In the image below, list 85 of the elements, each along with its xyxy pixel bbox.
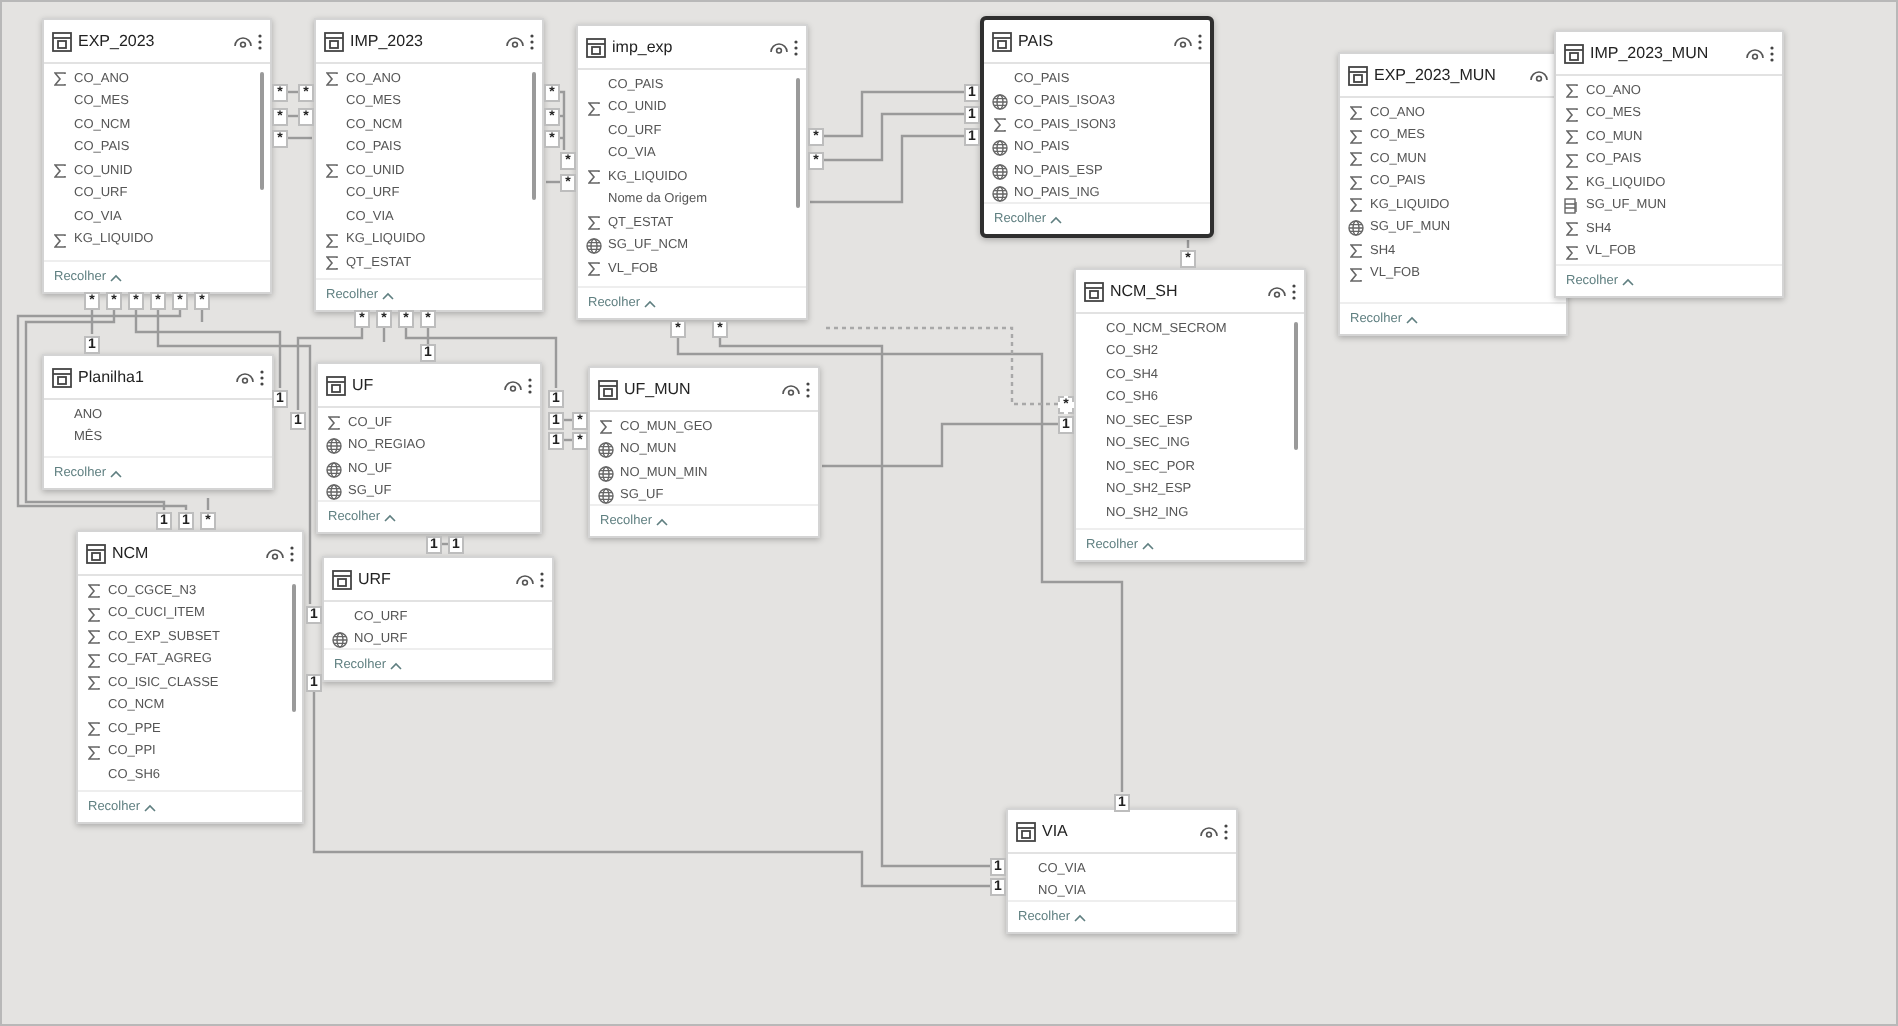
visibility-icon[interactable]	[1200, 825, 1218, 837]
caret-icon	[390, 661, 403, 669]
table-icon	[1016, 821, 1036, 841]
sigma-icon	[600, 420, 612, 435]
table-icon	[598, 379, 618, 399]
globe-icon	[992, 94, 1008, 111]
caret-icon	[110, 469, 123, 477]
table-icon	[1564, 43, 1584, 63]
scrollbar[interactable]	[292, 584, 296, 713]
scrollbar[interactable]	[532, 72, 536, 201]
caret-icon	[110, 273, 123, 281]
globe-icon	[992, 140, 1008, 157]
relationship-line[interactable]	[24, 310, 166, 510]
sigma-icon	[54, 233, 66, 248]
caret-icon	[384, 513, 397, 521]
table-name: Planilha1	[78, 365, 146, 389]
table-name: EXP_2023	[78, 29, 157, 53]
visibility-icon[interactable]	[506, 35, 524, 47]
relationship-line[interactable]	[16, 310, 188, 511]
table-icon	[326, 375, 346, 395]
globe-icon	[586, 238, 602, 255]
table-name: IMP_2023_MUN	[1590, 41, 1711, 65]
caret-icon	[144, 803, 157, 811]
scrollbar[interactable]	[260, 72, 264, 190]
table-icon	[324, 31, 344, 51]
globe-icon	[598, 442, 614, 459]
globe-icon	[332, 632, 348, 648]
caret-icon	[1622, 277, 1635, 285]
table-name: IMP_2023	[350, 29, 425, 53]
globe-icon	[598, 465, 614, 482]
globe-icon	[1348, 220, 1364, 237]
caret-icon	[644, 299, 657, 307]
sigma-icon	[326, 164, 338, 179]
table-name: EXP_2023_MUN	[1374, 63, 1498, 87]
table-name: imp_exp	[612, 35, 675, 59]
table-icon	[586, 37, 606, 57]
table-icon	[992, 31, 1012, 51]
visibility-icon[interactable]	[236, 371, 254, 383]
visibility-icon[interactable]	[1530, 69, 1548, 81]
sigma-icon	[588, 101, 600, 116]
table-name: URF	[358, 567, 393, 591]
visibility-icon[interactable]	[1268, 285, 1286, 297]
sigma-icon	[588, 170, 600, 185]
sigma-icon	[588, 262, 600, 277]
scrollbar[interactable]	[1294, 322, 1298, 451]
globe-icon	[326, 438, 342, 455]
table-name: PAIS	[1018, 29, 1056, 53]
table-icon	[52, 367, 72, 387]
visibility-icon[interactable]	[516, 573, 534, 585]
sigma-icon	[994, 118, 1006, 133]
caret-icon	[656, 517, 669, 525]
visibility-icon[interactable]	[234, 35, 252, 47]
calculated-column-icon	[1564, 198, 1580, 215]
sigma-icon	[54, 72, 66, 87]
globe-icon	[992, 163, 1008, 180]
table-name: VIA	[1042, 819, 1070, 843]
sigma-icon	[326, 72, 338, 87]
table-name: UF	[352, 373, 376, 397]
table-icon	[332, 569, 352, 589]
sigma-icon	[588, 216, 600, 231]
globe-icon	[326, 484, 342, 500]
sigma-icon	[54, 164, 66, 179]
globe-icon	[992, 186, 1008, 202]
globe-icon	[326, 461, 342, 478]
caret-icon	[1142, 541, 1155, 549]
caret-icon	[1406, 315, 1419, 323]
table-name: UF_MUN	[624, 377, 693, 401]
visibility-icon[interactable]	[770, 41, 788, 53]
table-icon	[1348, 65, 1368, 85]
globe-icon	[598, 488, 614, 504]
table-name: NCM	[112, 541, 151, 565]
caret-icon	[1074, 913, 1087, 921]
table-icon	[86, 543, 106, 563]
caret-icon	[382, 291, 395, 299]
table-icon	[1084, 281, 1104, 301]
table-icon	[52, 31, 72, 51]
visibility-icon[interactable]	[1746, 47, 1764, 59]
visibility-icon[interactable]	[1174, 35, 1192, 47]
visibility-icon[interactable]	[782, 383, 800, 395]
scrollbar[interactable]	[796, 78, 800, 208]
visibility-icon[interactable]	[266, 547, 284, 559]
table-name: NCM_SH	[1110, 279, 1180, 303]
visibility-icon[interactable]	[504, 379, 522, 391]
caret-icon	[1050, 215, 1063, 223]
sigma-icon	[328, 416, 340, 431]
